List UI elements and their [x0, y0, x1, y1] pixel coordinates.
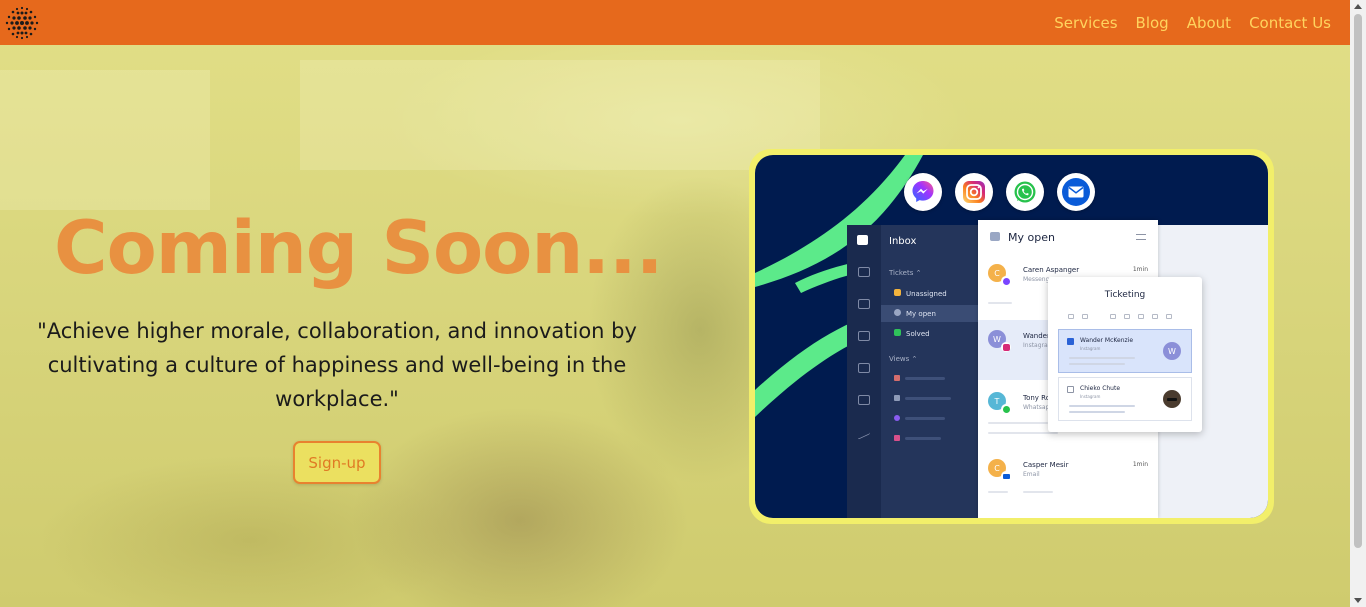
ticket-channel: Instagram — [1080, 346, 1101, 351]
avatar — [1163, 390, 1181, 408]
placeholder-bar — [988, 302, 1012, 304]
inbox-item-solved: Solved — [881, 325, 979, 342]
placeholder-bar — [988, 422, 1048, 424]
whatsapp-icon — [1001, 404, 1011, 414]
view-icon — [894, 395, 900, 401]
messenger-icon — [1001, 276, 1011, 286]
whatsapp-icon — [1006, 173, 1044, 211]
inbox-title: Inbox — [889, 236, 917, 247]
ticketing-title: Ticketing — [1104, 290, 1146, 300]
page-title: Coming Soon... — [54, 206, 663, 291]
signup-button[interactable]: Sign-up — [293, 441, 381, 484]
product-preview: Inbox Tickets ⌃ Unassigned My open Solve… — [755, 155, 1268, 518]
home-icon — [858, 267, 870, 277]
filter-icon — [1136, 234, 1146, 240]
placeholder-bar — [1023, 491, 1053, 493]
main-nav: Services Blog About Contact Us — [1054, 14, 1331, 32]
toolbar-icon — [1124, 314, 1130, 319]
scrollbar-thumb[interactable] — [1354, 14, 1362, 548]
nav-blog-link[interactable]: Blog — [1136, 14, 1169, 32]
convo-name: Casper Mesir — [1023, 461, 1069, 469]
top-navbar: Services Blog About Contact Us — [0, 0, 1350, 45]
placeholder-bar — [988, 432, 1058, 434]
toolbar-icon — [1082, 314, 1088, 319]
email-icon — [1001, 471, 1011, 481]
convo-time: 1min — [1132, 266, 1148, 273]
ticketing-toolbar — [1068, 314, 1188, 320]
app-logo-icon — [857, 235, 868, 245]
placeholder-bar — [905, 397, 951, 400]
instagram-icon — [955, 173, 993, 211]
placeholder-bar — [1069, 357, 1135, 359]
placeholder-bar — [905, 377, 945, 380]
ticket-name: Chieko Chute — [1080, 385, 1121, 392]
placeholder-bar — [905, 437, 941, 440]
inbox-icon — [858, 395, 870, 405]
scroll-up-arrow-icon[interactable] — [1354, 4, 1362, 9]
convo-time: 1min — [1132, 461, 1148, 468]
preview-inbox-column: Inbox Tickets ⌃ Unassigned My open Solve… — [881, 225, 979, 518]
inbox-item-unassigned: Unassigned — [881, 285, 979, 302]
view-icon — [894, 415, 900, 421]
list-item: C Casper Mesir Email 1min — [978, 449, 1158, 509]
nav-about-link[interactable]: About — [1187, 14, 1231, 32]
preview-side-nav — [847, 225, 881, 518]
placeholder-bar — [988, 491, 1008, 493]
ticket-row: Chieko Chute Instagram — [1058, 377, 1192, 421]
check-icon — [894, 329, 901, 336]
users-icon — [858, 363, 870, 373]
toolbar-icon — [1152, 314, 1158, 319]
user-icon — [894, 309, 901, 316]
my-open-title: My open — [1008, 231, 1055, 244]
ticket-name: Wander McKenzie — [1080, 337, 1134, 344]
avatar: W — [1163, 342, 1181, 360]
page-scrollbar[interactable] — [1350, 0, 1366, 607]
instagram-icon — [1001, 342, 1011, 352]
toolbar-icon — [1138, 314, 1144, 319]
placeholder-bar — [905, 417, 945, 420]
view-icon — [894, 435, 900, 441]
convo-channel: Email — [1023, 471, 1040, 478]
placeholder-bar — [1069, 411, 1125, 413]
checkbox — [1067, 386, 1074, 393]
nav-contact-link[interactable]: Contact Us — [1249, 14, 1331, 32]
toolbar-icon — [1110, 314, 1116, 319]
nav-services-link[interactable]: Services — [1054, 14, 1117, 32]
toolbar-icon — [1068, 314, 1074, 319]
email-icon — [1057, 173, 1095, 211]
views-section-label: Views ⌃ — [889, 355, 918, 363]
placeholder-bar — [1069, 363, 1125, 365]
inbox-item-my-open: My open — [881, 305, 979, 322]
ticketing-panel: Ticketing Wander McKenzie Instagram W Ch… — [1048, 277, 1202, 432]
dotted-sphere-logo-icon[interactable] — [4, 5, 40, 41]
toolbar-icon — [1166, 314, 1172, 319]
hand-icon — [894, 289, 901, 296]
chart-icon — [858, 424, 870, 440]
tickets-section-label: Tickets ⌃ — [889, 269, 922, 277]
hero-quote: "Achieve higher morale, collaboration, a… — [37, 319, 637, 411]
view-icon — [894, 375, 900, 381]
bot-icon — [858, 299, 870, 309]
users-icon — [990, 232, 1000, 241]
checkbox — [1067, 338, 1074, 345]
ticket-row: Wander McKenzie Instagram W — [1058, 329, 1192, 373]
messenger-icon — [904, 173, 942, 211]
ticket-channel: Instagram — [1080, 394, 1101, 399]
scroll-down-arrow-icon[interactable] — [1354, 598, 1362, 603]
convo-name: Caren Aspanger — [1023, 266, 1080, 274]
placeholder-bar — [1069, 405, 1135, 407]
bot-icon — [858, 331, 870, 341]
